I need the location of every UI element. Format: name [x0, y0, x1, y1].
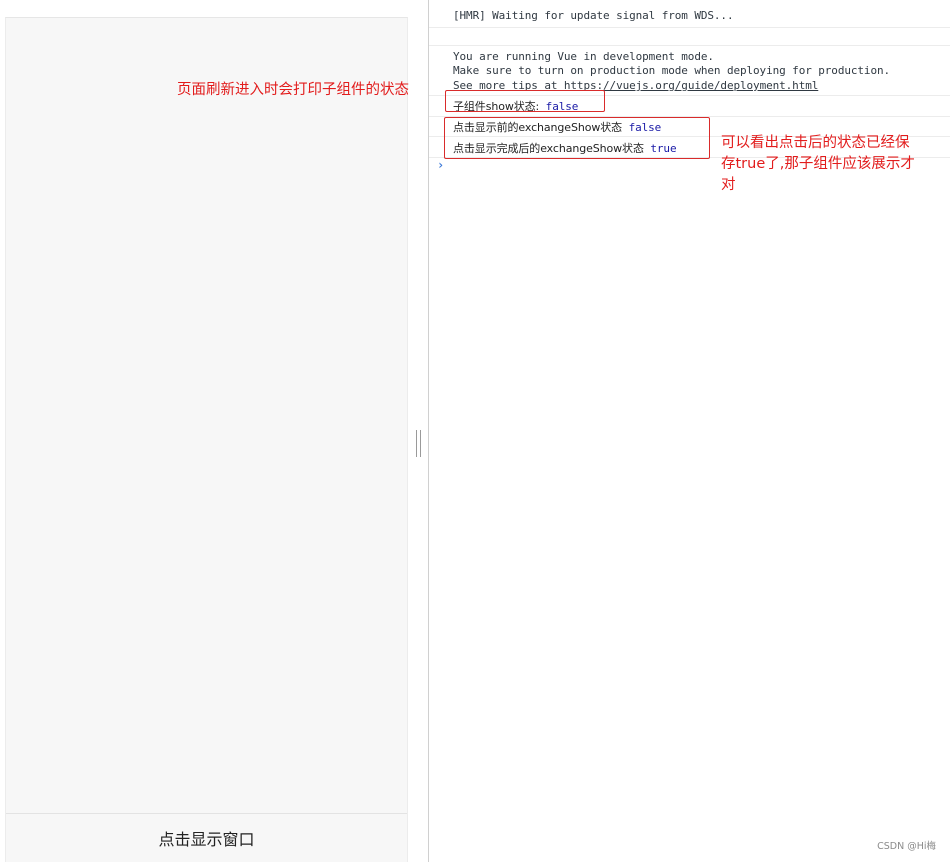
- hmr-message: [HMR] Waiting for update signal from WDS…: [453, 9, 734, 22]
- console-prompt-icon[interactable]: ›: [437, 158, 444, 172]
- vue-dev-mode-message: You are running Vue in development mode.: [453, 50, 714, 63]
- annotation-box-exchange-state: [444, 117, 710, 159]
- console-divider: [429, 45, 950, 46]
- state-annotation-line2: 存true了,那子组件应该展示才: [721, 156, 915, 172]
- refresh-annotation: 页面刷新进入时会打印子组件的状态: [177, 82, 409, 98]
- vue-production-tip: Make sure to turn on production mode whe…: [453, 64, 891, 77]
- annotation-box-child-state: [445, 90, 605, 112]
- watermark: CSDN @Hi梅: [877, 841, 936, 852]
- app-footer: 点击显示窗口: [6, 813, 407, 862]
- app-preview-panel: 点击显示窗口: [5, 17, 408, 862]
- state-annotation-line1: 可以看出点击后的状态已经保: [721, 135, 910, 151]
- show-window-button[interactable]: 点击显示窗口: [152, 824, 260, 852]
- splitter-handle-icon[interactable]: [416, 430, 421, 457]
- state-annotation-line3: 对: [721, 177, 736, 193]
- console-divider: [429, 27, 950, 28]
